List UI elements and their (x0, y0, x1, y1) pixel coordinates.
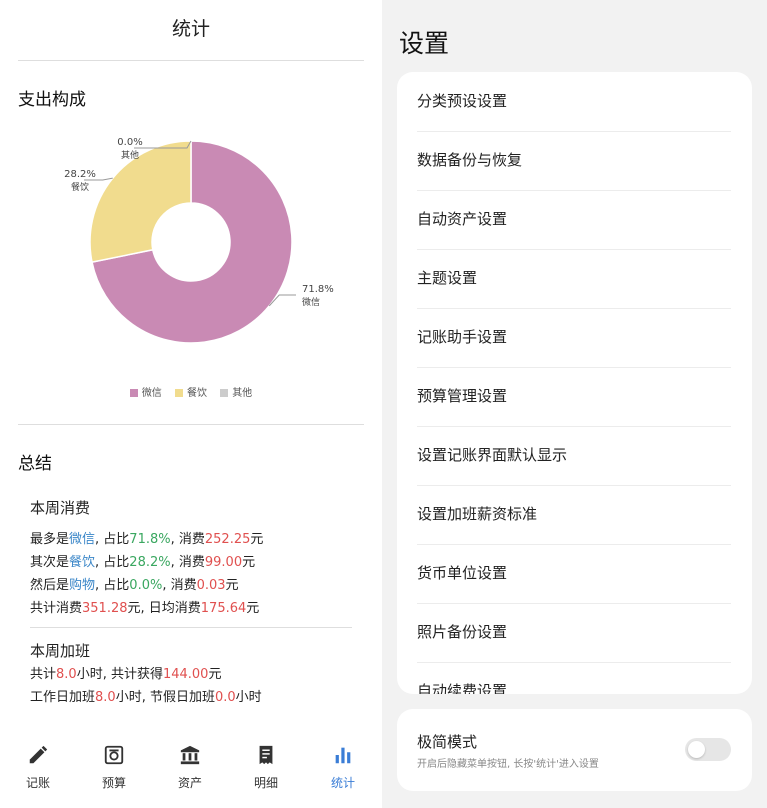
settings-item-auto-assets[interactable]: 自动资产设置 (417, 190, 731, 250)
summary-line: 共计消费351.28元, 日均消费175.64元 (30, 601, 260, 616)
nav-label: 预算 (101, 776, 126, 790)
settings-item-theme[interactable]: 主题设置 (417, 249, 731, 309)
week-overtime-heading: 本周加班 (30, 642, 91, 660)
bar-chart-icon (335, 747, 351, 764)
budget-icon (104, 745, 124, 765)
settings-item-bookkeeping-assistant[interactable]: 记账助手设置 (417, 308, 731, 368)
settings-item-overtime-pay[interactable]: 设置加班薪资标准 (417, 485, 731, 545)
nav-label: 明细 (253, 776, 278, 790)
slice-category-label: 微信 (302, 296, 320, 308)
expense-donut-chart: 71.8% 微信 28.2% 餐饮 0.0% 其他 (0, 120, 382, 410)
nav-label: 资产 (177, 776, 202, 790)
page-title: 统计 (171, 18, 210, 40)
divider (18, 424, 364, 425)
week-expense-heading: 本周消费 (30, 499, 91, 517)
nav-assets[interactable]: 资产 (152, 744, 228, 791)
expense-section-title: 支出构成 (18, 90, 86, 110)
settings-panel: 设置 分类预设设置 数据备份与恢复 自动资产设置 主题设置 记账助手设置 预算管… (382, 0, 767, 808)
summary-line: 工作日加班8.0小时, 节假日加班0.0小时 (30, 690, 262, 705)
slice-category-label: 餐饮 (71, 181, 89, 193)
legend-item-wechat[interactable]: 微信 (129, 384, 162, 399)
legend-label: 餐饮 (187, 388, 207, 399)
divider (18, 60, 364, 61)
week-expense-summary: 本周消费 最多是微信, 占比71.8%, 消费252.25元 其次是餐饮, 占比… (30, 497, 263, 620)
nav-details[interactable]: 明细 (228, 744, 304, 791)
nav-label: 记账 (25, 776, 50, 790)
chart-legend: 微信 餐饮 其他 (0, 384, 382, 399)
donut-svg: 71.8%微信 28.2%餐饮 0.0%其他 (64, 137, 334, 344)
settings-title: 设置 (399, 29, 450, 58)
bottom-nav: 记账 预算 资产 明细 统计 (0, 736, 382, 808)
settings-list: 分类预设设置 数据备份与恢复 自动资产设置 主题设置 记账助手设置 预算管理设置… (397, 72, 752, 694)
nav-record[interactable]: 记账 (0, 744, 76, 791)
minimal-mode-description: 开启后隐藏菜单按钮, 长按'统计'进入设置 (417, 759, 599, 770)
legend-item-dining[interactable]: 餐饮 (175, 384, 207, 399)
nav-label: 统计 (330, 776, 355, 790)
summary-line: 共计8.0小时, 共计获得144.00元 (30, 667, 222, 682)
summary-line: 然后是购物, 占比0.0%, 消费0.03元 (30, 578, 239, 593)
settings-item-budget-management[interactable]: 预算管理设置 (417, 367, 731, 427)
minimal-mode-toggle[interactable] (685, 738, 731, 761)
legend-swatch (175, 389, 183, 397)
slice-category-label: 其他 (121, 149, 139, 161)
nav-budget[interactable]: 预算 (76, 744, 152, 791)
receipt-icon (259, 745, 273, 765)
settings-item-auto-renewal[interactable]: 自动续费设置 (417, 662, 731, 694)
minimal-mode-title: 极简模式 (417, 733, 478, 751)
legend-label: 微信 (141, 388, 162, 399)
summary-line: 其次是餐饮, 占比28.2%, 消费99.00元 (30, 555, 256, 570)
settings-item-backup-restore[interactable]: 数据备份与恢复 (417, 131, 731, 191)
summary-line: 最多是微信, 占比71.8%, 消费252.25元 (30, 532, 264, 547)
summary-section-title: 总结 (18, 454, 52, 474)
toggle-knob (688, 741, 705, 758)
settings-item-photo-backup[interactable]: 照片备份设置 (417, 603, 731, 663)
slice-value-label: 0.0% (117, 137, 142, 148)
slice-value-label: 28.2% (64, 169, 96, 180)
minimal-mode-card: 极简模式 开启后隐藏菜单按钮, 长按'统计'进入设置 (397, 709, 752, 791)
legend-swatch (129, 389, 138, 397)
legend-label: 其他 (232, 388, 253, 399)
legend-item-other[interactable]: 其他 (220, 384, 252, 399)
slice-value-label: 71.8% (302, 284, 334, 295)
slice-dining[interactable] (89, 140, 192, 264)
week-overtime-summary: 本周加班 共计8.0小时, 共计获得144.00元 工作日加班8.0小时, 节假… (30, 640, 262, 709)
legend-swatch (220, 389, 229, 397)
stats-panel: 统计 支出构成 71.8% 微信 28.2% 餐饮 0.0% 其他 微信 餐饮 其他 总结… (0, 0, 382, 808)
settings-item-default-display[interactable]: 设置记账界面默认显示 (417, 426, 731, 486)
settings-item-currency[interactable]: 货币单位设置 (417, 544, 731, 604)
bank-icon (180, 745, 200, 765)
settings-item-category-presets[interactable]: 分类预设设置 (417, 72, 731, 132)
pencil-icon (29, 745, 48, 764)
nav-stats[interactable]: 统计 (305, 744, 381, 791)
divider (30, 627, 352, 628)
